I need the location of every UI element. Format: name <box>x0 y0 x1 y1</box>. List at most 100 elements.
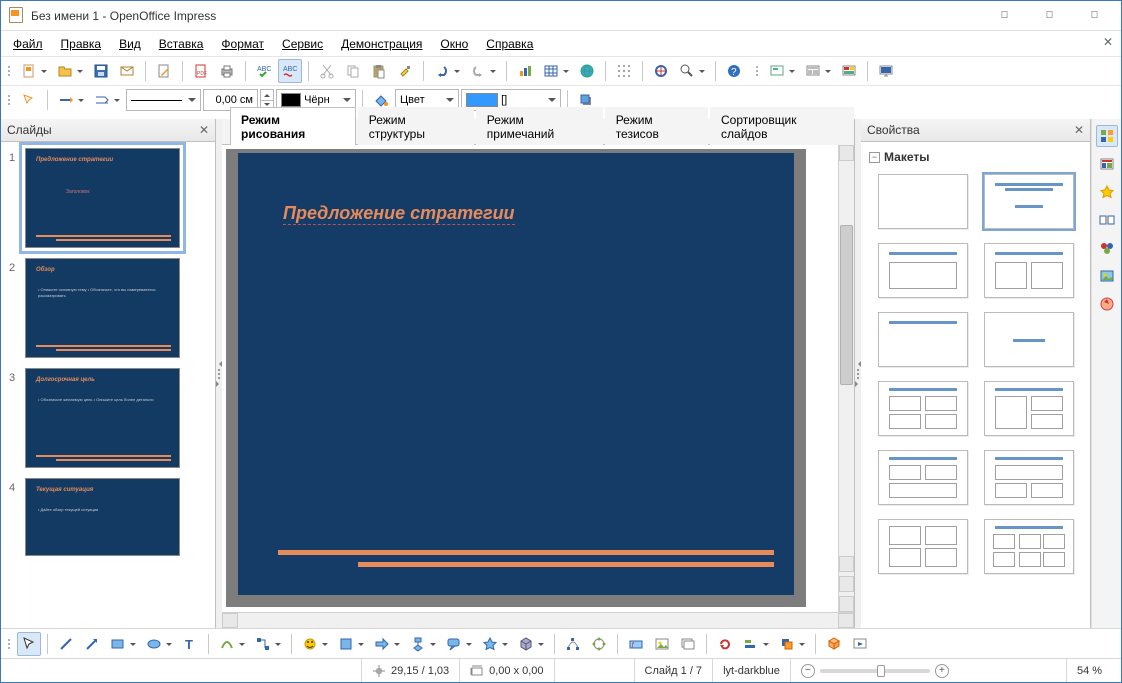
slide-thumb-1[interactable]: 1 Предложение стратегии Заголовок <box>9 148 207 248</box>
menu-help[interactable]: Справка <box>478 34 541 54</box>
undo-button[interactable] <box>430 59 464 83</box>
auto-spellcheck-button[interactable]: ABC <box>278 59 302 83</box>
slide-canvas[interactable]: Предложение стратегии Заголовок <box>222 145 838 612</box>
help-button[interactable]: ? <box>722 59 746 83</box>
status-template[interactable]: lyt-darkblue <box>712 659 790 682</box>
sidebar-transition-icon[interactable] <box>1096 209 1118 231</box>
menu-file[interactable]: Файл <box>5 34 51 54</box>
rotate-button[interactable] <box>713 632 737 656</box>
slide-template-button[interactable] <box>765 59 799 83</box>
menu-window[interactable]: Окно <box>432 34 476 54</box>
window-close-button[interactable]:  <box>1072 2 1117 30</box>
text-tool-button[interactable]: T <box>178 632 202 656</box>
slide-thumb-3[interactable]: 3 Долгосрочная цель • Обозначьте желаему… <box>9 368 207 468</box>
grid-button[interactable] <box>612 59 636 83</box>
properties-panel-close-button[interactable]: ✕ <box>1074 123 1084 137</box>
from-file-button[interactable] <box>650 632 674 656</box>
tab-notes[interactable]: Режим примечаний <box>476 107 603 145</box>
zoom-button[interactable] <box>675 59 709 83</box>
stars-button[interactable] <box>478 632 512 656</box>
basic-shapes-button[interactable] <box>298 632 332 656</box>
menu-insert[interactable]: Вставка <box>151 34 212 54</box>
animated-image-button[interactable] <box>676 632 700 656</box>
toolbar-grip[interactable] <box>6 66 12 76</box>
slide-title-placeholder[interactable]: Предложение стратегии <box>283 203 515 225</box>
tab-sorter[interactable]: Сортировщик слайдов <box>710 107 854 145</box>
status-page[interactable]: Слайд 1 / 7 <box>634 659 713 682</box>
layout-4box[interactable] <box>878 519 968 574</box>
canvas-horizontal-scrollbar[interactable] <box>222 612 854 628</box>
open-button[interactable] <box>53 59 87 83</box>
sidebar-master-icon[interactable] <box>1096 153 1118 175</box>
cut-button[interactable] <box>315 59 339 83</box>
zoom-out-button[interactable]: − <box>801 664 815 678</box>
copy-button[interactable] <box>341 59 365 83</box>
menu-tools[interactable]: Сервис <box>274 34 331 54</box>
navigator-button[interactable] <box>649 59 673 83</box>
menu-slideshow[interactable]: Демонстрация <box>333 34 430 54</box>
block-arrows-button[interactable] <box>370 632 404 656</box>
callouts-button[interactable] <box>442 632 476 656</box>
layout-1-2[interactable] <box>984 381 1074 436</box>
slides-panel-close-button[interactable]: ✕ <box>199 123 209 137</box>
extrusion-button[interactable] <box>822 632 846 656</box>
select-tool-button[interactable] <box>17 632 41 656</box>
status-zoom[interactable]: 54 % <box>1066 659 1121 682</box>
presentation-button[interactable] <box>874 59 898 83</box>
interaction-button[interactable] <box>848 632 872 656</box>
arrow-tool-button[interactable] <box>17 88 41 112</box>
line-endings-button[interactable] <box>54 88 88 112</box>
layout-6box[interactable] <box>984 519 1074 574</box>
line-style-combo[interactable] <box>126 89 201 111</box>
layouts-section-header[interactable]: −Макеты <box>867 146 1084 168</box>
scroll-right-button[interactable] <box>838 613 854 628</box>
tab-drawing[interactable]: Режим рисования <box>230 107 356 145</box>
sidebar-navigator-icon[interactable] <box>1096 293 1118 315</box>
redo-button[interactable] <box>466 59 500 83</box>
format-paintbrush-button[interactable] <box>393 59 417 83</box>
paste-button[interactable] <box>367 59 391 83</box>
hyperlink-button[interactable] <box>575 59 599 83</box>
layout-title[interactable] <box>984 174 1074 229</box>
edit-points-button[interactable] <box>561 632 585 656</box>
new-button[interactable] <box>17 59 51 83</box>
flowchart-button[interactable] <box>406 632 440 656</box>
scroll-left-button[interactable] <box>222 613 238 628</box>
slide-design-button[interactable] <box>837 59 861 83</box>
edit-doc-button[interactable] <box>152 59 176 83</box>
arrow-style-button[interactable] <box>90 88 124 112</box>
slide-layout-button[interactable] <box>801 59 835 83</box>
zoom-in-button[interactable]: + <box>935 664 949 678</box>
rectangle-tool-button[interactable] <box>106 632 140 656</box>
spellcheck-button[interactable]: ABC <box>252 59 276 83</box>
slide-thumb-2[interactable]: 2 Обзор • Опишите основную тему • Обозна… <box>9 258 207 358</box>
layout-blank[interactable] <box>878 174 968 229</box>
vertical-scroll-thumb[interactable] <box>840 225 853 385</box>
layout-two-content[interactable] <box>984 243 1074 298</box>
email-button[interactable] <box>115 59 139 83</box>
line-tool-button[interactable] <box>54 632 78 656</box>
scroll-down-button[interactable] <box>839 556 854 572</box>
layout-2x2[interactable] <box>878 381 968 436</box>
layout-2-1[interactable] <box>878 450 968 505</box>
menu-view[interactable]: Вид <box>111 34 149 54</box>
scroll-up-button[interactable] <box>839 145 854 161</box>
sidebar-styles-icon[interactable] <box>1096 237 1118 259</box>
symbol-shapes-button[interactable] <box>334 632 368 656</box>
tab-handout[interactable]: Режим тезисов <box>605 107 708 145</box>
export-pdf-button[interactable]: PDF <box>189 59 213 83</box>
toolbar-grip[interactable] <box>754 66 760 76</box>
table-button[interactable] <box>539 59 573 83</box>
sidebar-gallery-icon[interactable] <box>1096 265 1118 287</box>
tab-outline[interactable]: Режим структуры <box>358 107 474 145</box>
layout-centered[interactable] <box>984 312 1074 367</box>
sidebar-properties-icon[interactable] <box>1096 125 1118 147</box>
3d-button[interactable] <box>514 632 548 656</box>
arrow-line-button[interactable] <box>80 632 104 656</box>
layout-title-only[interactable] <box>878 312 968 367</box>
toolbar-grip[interactable] <box>6 639 12 649</box>
save-button[interactable] <box>89 59 113 83</box>
window-minimize-button[interactable]:  <box>982 2 1027 30</box>
canvas-vertical-scrollbar[interactable] <box>838 145 854 612</box>
next-slide-button[interactable] <box>839 596 854 612</box>
